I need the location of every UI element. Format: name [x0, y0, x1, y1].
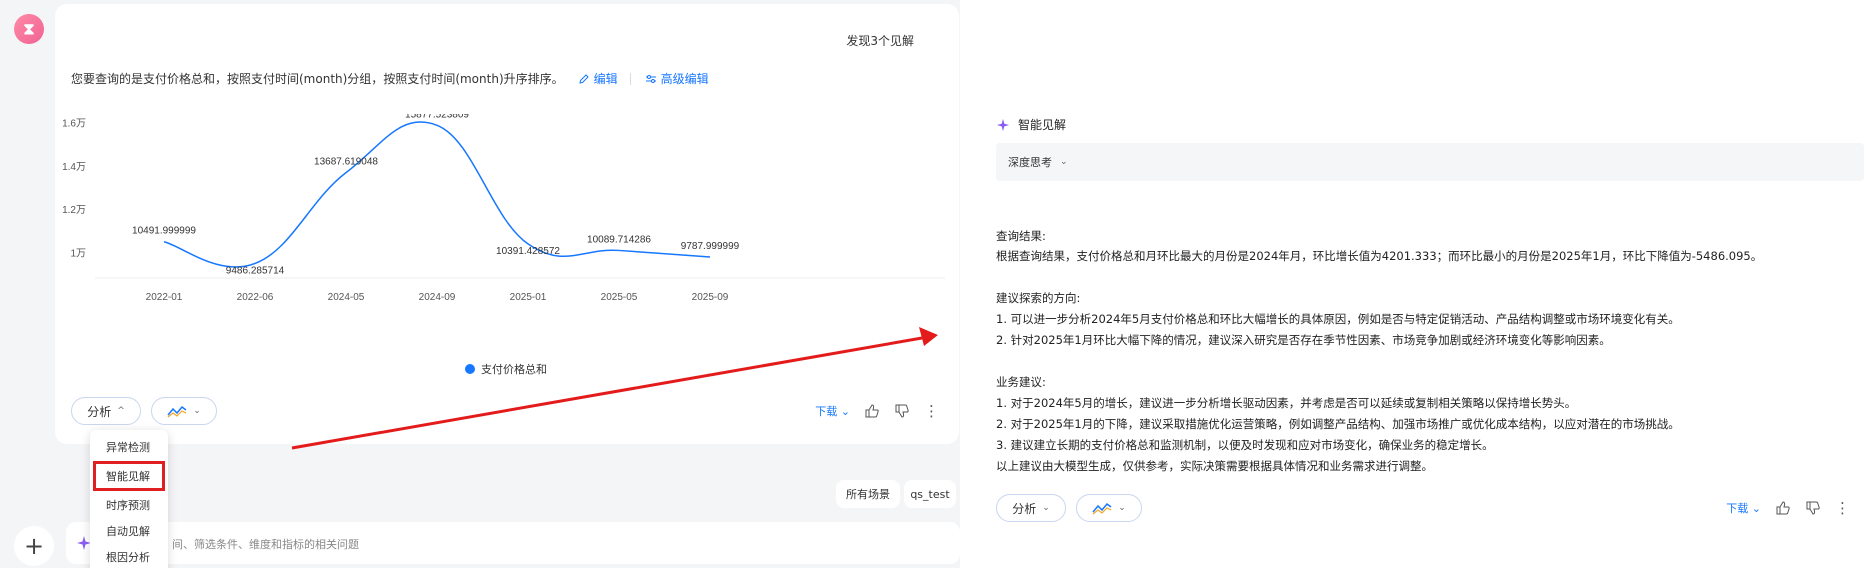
trend-chart-icon — [167, 405, 187, 418]
result-toolbar: 下载 ⌄ ⋮ — [815, 402, 939, 420]
chevron-down-icon: ⌄ — [1042, 503, 1050, 513]
menu-item-auto-insight[interactable]: 自动见解 — [90, 518, 168, 544]
chevron-down-icon: ⌄ — [1060, 157, 1068, 167]
x-tick-label: 2022-06 — [237, 292, 274, 303]
chevron-down-icon: ⌄ — [193, 406, 201, 416]
insight-count[interactable]: 发现3个见解 — [846, 32, 914, 49]
legend-marker — [465, 364, 475, 374]
thumbs-up-icon[interactable] — [864, 403, 880, 419]
insight-line: 3. 建议建立长期的支付价格总和监测机制，以便及时发现和应对市场变化，确保业务的… — [996, 438, 1494, 452]
menu-item-time-series-forecast[interactable]: 时序预测 — [90, 492, 168, 518]
query-description: 您要查询的是支付价格总和，按照支付时间(month)分组，按照支付时间(mont… — [71, 70, 709, 87]
x-tick-label: 2022-01 — [146, 292, 183, 303]
divider — [629, 72, 631, 85]
query-text: 您要查询的是支付价格总和，按照支付时间(month)分组，按照支付时间(mont… — [71, 72, 564, 86]
analysis-button[interactable]: 分析 ^ — [71, 397, 141, 425]
insight-line: 业务建议: — [996, 375, 1046, 389]
legend-label: 支付价格总和 — [481, 363, 547, 376]
download-button[interactable]: 下载 ⌄ — [1726, 500, 1761, 516]
data-label: 9787.999999 — [681, 241, 740, 252]
download-button[interactable]: 下载 ⌄ — [815, 403, 850, 419]
data-label: 9486.285714 — [226, 265, 285, 276]
add-button[interactable]: + — [14, 526, 54, 566]
thumbs-up-icon[interactable] — [1775, 500, 1791, 516]
trend-chart-icon — [1092, 502, 1112, 515]
edit-label: 编辑 — [593, 72, 618, 86]
scene-tag-qs-test[interactable]: qs_test — [904, 480, 956, 508]
x-tick-label: 2025-01 — [510, 292, 547, 303]
sparkle-icon — [996, 118, 1010, 131]
chevron-up-icon: ^ — [117, 406, 125, 416]
y-tick-label: 1.2万 — [62, 205, 86, 216]
menu-item-root-cause-analysis[interactable]: 根因分析 — [90, 544, 168, 568]
insight-toolbar: 下载 ⌄ ⋮ — [1726, 499, 1850, 517]
scene-tag-all[interactable]: 所有场景 — [836, 480, 900, 508]
data-label: 10089.714286 — [587, 234, 651, 245]
advanced-edit-label: 高级编辑 — [660, 72, 709, 86]
thumbs-down-icon[interactable] — [894, 403, 910, 419]
right-analysis-button[interactable]: 分析 ⌄ — [996, 494, 1066, 522]
insight-line: 查询结果: — [996, 229, 1046, 243]
insight-line: 2. 对于2025年1月的下降，建议采取措施优化运营策略，例如调整产品结构、加强… — [996, 417, 1680, 431]
insight-line: 1. 可以进一步分析2024年5月支付价格总和环比大幅增长的具体原因，例如是否与… — [996, 312, 1680, 326]
sliders-icon — [645, 74, 656, 83]
menu-item-smart-insight[interactable]: 智能见解 — [93, 461, 165, 491]
insight-line: 2. 针对2025年1月环比大幅下降的情况，建议深入研究是否存在季节性因素、市场… — [996, 333, 1611, 347]
x-tick-label: 2024-09 — [419, 292, 456, 303]
advanced-edit-link[interactable]: 高级编辑 — [645, 70, 709, 87]
insight-panel-title: 智能见解 — [996, 116, 1066, 133]
result-card: 发现3个见解 您要查询的是支付价格总和，按照支付时间(month)分组，按照支付… — [55, 4, 959, 444]
data-label: 10491.999999 — [132, 226, 196, 237]
line-chart: 1万 1.2万 1.4万 1.6万 2022-01 2022-06 2024-05 2024-… — [62, 114, 945, 303]
x-tick-label: 2025-05 — [601, 292, 638, 303]
insight-line: 根据查询结果，支付价格总和月环比最大的月份是2024年月，环比增长值为4201.… — [996, 249, 1763, 263]
input-placeholder: 间、筛选条件、维度和指标的相关问题 — [172, 538, 359, 551]
analysis-label: 分析 — [87, 404, 112, 419]
insight-line: 1. 对于2024年5月的增长，建议进一步分析增长驱动因素，并考虑是否可以延续或… — [996, 396, 1577, 410]
pencil-icon — [578, 73, 589, 84]
menu-item-anomaly-detection[interactable]: 异常检测 — [90, 434, 168, 460]
deep-think-label: 深度思考 — [1008, 156, 1052, 169]
analysis-label: 分析 — [1012, 501, 1037, 516]
thumbs-down-icon[interactable] — [1805, 500, 1821, 516]
y-tick-label: 1万 — [70, 248, 86, 259]
y-tick-label: 1.4万 — [62, 162, 86, 173]
edit-link[interactable]: 编辑 — [578, 70, 618, 87]
insight-line: 以上建议由大模型生成，仅供参考，实际决策需要根据具体情况和业务需求进行调整。 — [996, 459, 1433, 473]
more-options-icon[interactable]: ⋮ — [1835, 499, 1850, 517]
chart-legend[interactable]: 支付价格总和 — [465, 361, 547, 377]
chevron-down-icon: ⌄ — [1118, 503, 1126, 513]
insight-line: 建议探索的方向: — [996, 291, 1081, 305]
data-label: 13687.619048 — [314, 157, 378, 168]
chart-type-button[interactable]: ⌄ — [151, 397, 217, 425]
x-tick-label: 2024-05 — [328, 292, 365, 303]
y-tick-label: 1.6万 — [62, 119, 86, 130]
data-label: 15877.523809 — [405, 114, 469, 120]
x-tick-label: 2025-09 — [692, 292, 729, 303]
analysis-dropdown-menu: 异常检测 智能见解 时序预测 自动见解 根因分析 — [90, 430, 168, 568]
app-logo[interactable]: ⧗ — [14, 14, 44, 44]
deep-think-toggle[interactable]: 深度思考 ⌄ — [996, 143, 1864, 181]
data-label: 10391.428572 — [496, 246, 560, 257]
right-chart-type-button[interactable]: ⌄ — [1076, 494, 1142, 522]
insight-title: 智能见解 — [1018, 118, 1067, 132]
more-options-icon[interactable]: ⋮ — [924, 402, 939, 420]
